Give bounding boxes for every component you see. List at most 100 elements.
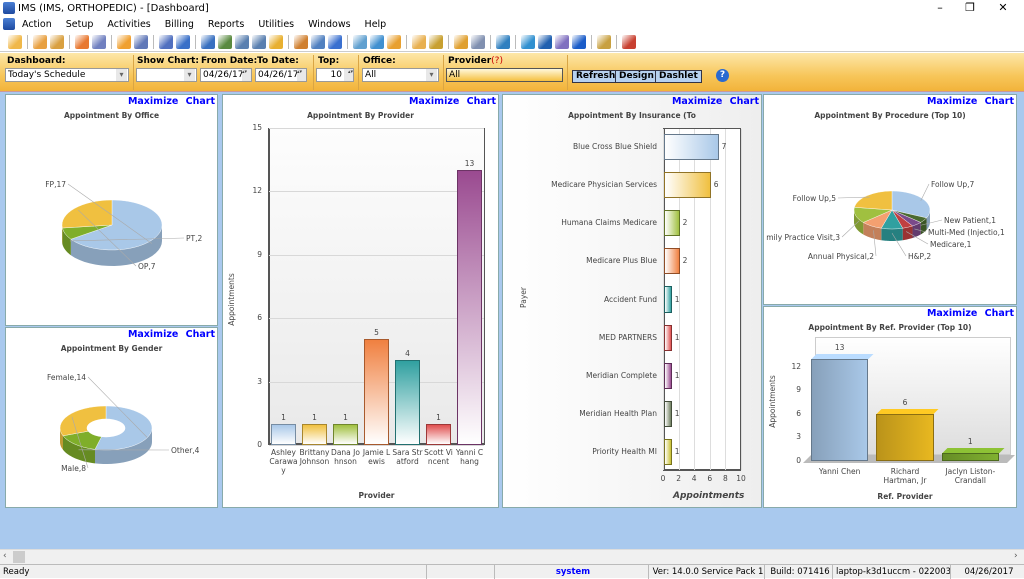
toolbar-button-27-icon[interactable] — [538, 35, 552, 49]
menu-activities[interactable]: Activities — [100, 19, 157, 30]
to-date-input[interactable]: 04/26/17 — [255, 68, 307, 82]
bar[interactable] — [811, 359, 868, 461]
toolbar-button-16-icon[interactable] — [311, 35, 325, 49]
restore-button[interactable]: ❐ — [955, 0, 985, 16]
toolbar-button-2-icon[interactable] — [33, 35, 47, 49]
maximize-chart-link[interactable]: Maximize Chart — [927, 308, 1014, 319]
app-menu-icon[interactable] — [3, 18, 15, 30]
office-select[interactable]: All — [362, 68, 439, 82]
scroll-right-icon[interactable]: › — [1014, 551, 1018, 561]
bar[interactable] — [664, 172, 711, 198]
pie-chart: Follow Up,7New Patient,1Multi-Med (Injec… — [764, 95, 1016, 304]
provider-help-link[interactable]: (?) — [491, 56, 503, 66]
bar[interactable] — [664, 439, 672, 465]
toolbar-button-23-icon[interactable] — [454, 35, 468, 49]
leader-line — [921, 184, 929, 201]
from-date-input[interactable]: 04/26/17 — [200, 68, 252, 82]
minimize-button[interactable]: – — [925, 0, 955, 16]
toolbar-button-20-icon[interactable] — [387, 35, 401, 49]
pie-label: FP,17 — [45, 180, 66, 189]
bar[interactable] — [664, 286, 672, 312]
x-tick-label: 10 — [735, 474, 747, 483]
toolbar-button-13-icon[interactable] — [252, 35, 266, 49]
maximize-chart-link[interactable]: Maximize Chart — [409, 96, 496, 107]
toolbar-button-15-icon[interactable] — [294, 35, 308, 49]
provider-select[interactable]: All — [446, 68, 563, 82]
toolbar-button-22-icon[interactable] — [429, 35, 443, 49]
status-ready: Ready — [0, 565, 426, 579]
toolbar-button-18-icon[interactable] — [353, 35, 367, 49]
toolbar-button-25-icon[interactable] — [496, 35, 510, 49]
toolbar-button-19-icon[interactable] — [370, 35, 384, 49]
y-tick-label: 6 — [248, 313, 262, 322]
pie-slice[interactable] — [62, 200, 112, 228]
bar[interactable] — [426, 424, 451, 445]
toolbar-button-5-icon[interactable] — [92, 35, 106, 49]
menu-reports[interactable]: Reports — [201, 19, 251, 30]
pie-label: Medicare,1 — [930, 240, 972, 249]
menu-billing[interactable]: Billing — [158, 19, 201, 30]
toolbar-button-24-icon[interactable] — [471, 35, 485, 49]
show-chart-select[interactable] — [136, 68, 197, 82]
dashlet-button[interactable]: Dashlet — [655, 70, 702, 83]
toolbar-button-3-icon[interactable] — [50, 35, 64, 49]
bar[interactable] — [664, 401, 672, 427]
toolbar-button-14-icon[interactable] — [269, 35, 283, 49]
bar[interactable] — [664, 363, 672, 389]
y-tick-label: 12 — [248, 186, 262, 195]
toolbar-button-7-icon[interactable] — [134, 35, 148, 49]
provider-label: Provider — [448, 56, 491, 66]
bar[interactable] — [271, 424, 296, 445]
toolbar-button-6-icon[interactable] — [117, 35, 131, 49]
top-input[interactable]: 10 — [316, 68, 354, 82]
menu-help[interactable]: Help — [358, 19, 394, 30]
toolbar-button-17-icon[interactable] — [328, 35, 342, 49]
x-tick-label: 4 — [688, 474, 700, 483]
bar[interactable] — [333, 424, 358, 445]
toolbar-button-9-icon[interactable] — [176, 35, 190, 49]
toolbar-button-12-icon[interactable] — [235, 35, 249, 49]
bar[interactable] — [664, 325, 672, 351]
toolbar-button-21-icon[interactable] — [412, 35, 426, 49]
bar[interactable] — [664, 248, 680, 274]
bar[interactable] — [664, 134, 719, 160]
dashboard-select[interactable]: Today's Schedule — [5, 68, 129, 82]
y-tick-label: Humana Claims Medicare — [561, 218, 657, 227]
bar[interactable] — [942, 453, 999, 461]
refresh-button[interactable]: Refresh — [572, 70, 619, 83]
scroll-thumb[interactable] — [13, 551, 25, 563]
horizontal-scrollbar[interactable]: ‹ › — [0, 549, 1024, 564]
bar[interactable] — [395, 360, 420, 445]
menu-action[interactable]: Action — [15, 19, 59, 30]
toolbar-button-30-icon[interactable] — [597, 35, 611, 49]
maximize-chart-link[interactable]: Maximize Chart — [672, 96, 759, 107]
data-label: 1 — [675, 333, 680, 342]
data-label: 2 — [683, 256, 688, 265]
pie-slice[interactable] — [854, 191, 892, 210]
app-icon — [3, 2, 15, 14]
y-tick-label: 9 — [789, 385, 801, 394]
toolbar-button-4-icon[interactable] — [75, 35, 89, 49]
scroll-left-icon[interactable]: ‹ — [3, 551, 7, 561]
menu-windows[interactable]: Windows — [301, 19, 357, 30]
close-button[interactable]: ✕ — [988, 0, 1018, 16]
menu-utilities[interactable]: Utilities — [251, 19, 301, 30]
bar[interactable] — [664, 210, 680, 236]
toolbar-button-1-icon[interactable] — [8, 35, 22, 49]
y-axis-title: Payer — [519, 287, 528, 308]
toolbar-button-26-icon[interactable] — [521, 35, 535, 49]
bar[interactable] — [302, 424, 327, 445]
design-button[interactable]: Design — [615, 70, 658, 83]
toolbar-button-31-icon[interactable] — [622, 35, 636, 49]
help-icon[interactable]: ? — [716, 69, 729, 82]
toolbar-button-29-icon[interactable] — [572, 35, 586, 49]
x-tick-label: 2 — [673, 474, 685, 483]
bar[interactable] — [364, 339, 389, 445]
toolbar-button-28-icon[interactable] — [555, 35, 569, 49]
toolbar-button-11-icon[interactable] — [218, 35, 232, 49]
menu-setup[interactable]: Setup — [59, 19, 101, 30]
bar[interactable] — [876, 414, 933, 461]
toolbar-button-10-icon[interactable] — [201, 35, 215, 49]
bar[interactable] — [457, 170, 482, 445]
toolbar-button-8-icon[interactable] — [159, 35, 173, 49]
